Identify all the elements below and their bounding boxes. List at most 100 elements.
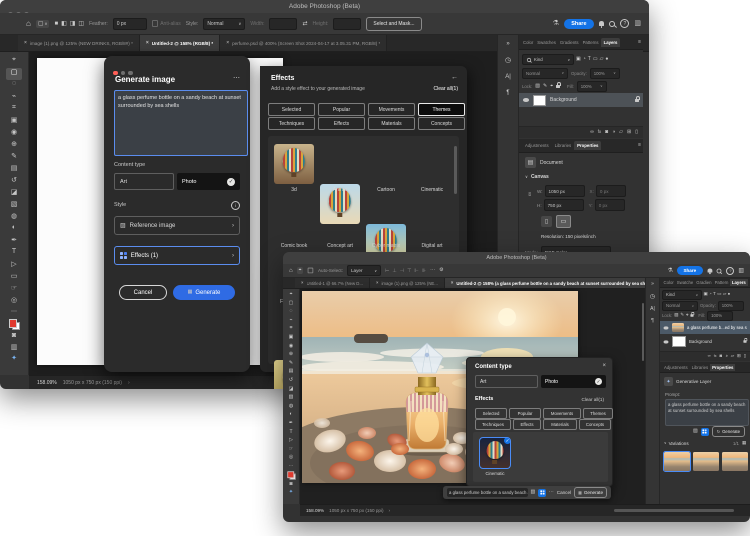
gear-icon[interactable]: ⚙ — [439, 268, 443, 273]
collapse-panels-icon[interactable]: » — [651, 282, 654, 287]
tab-gradients[interactable]: Gradients — [558, 40, 581, 45]
subtract-selection-icon[interactable]: ◨ — [70, 21, 76, 27]
filter-shape-icon[interactable]: ▭ — [593, 57, 598, 62]
notifications-bell-icon[interactable] — [707, 269, 711, 273]
edit-toolbar-icon[interactable]: ⋯ — [0, 308, 28, 317]
zoom-level[interactable]: 158.09% — [306, 508, 324, 513]
adjustment-layer-icon[interactable]: ◑ — [612, 130, 615, 135]
dodge-tool[interactable]: ◐ — [0, 224, 28, 236]
layer-row-background[interactable]: Background — [519, 93, 643, 107]
marquee-tool[interactable]: ▢ — [6, 68, 22, 80]
new-layer-icon[interactable]: ⊞ — [627, 130, 631, 135]
select-and-mask-button[interactable]: Select and Mask... — [366, 17, 421, 31]
path-selection-tool[interactable]: ▷ — [0, 260, 28, 272]
new-group-icon[interactable]: ▱ — [731, 354, 734, 358]
reference-image-icon[interactable]: ▨ — [531, 490, 536, 495]
object-selection-tool[interactable]: ⌁ — [283, 317, 299, 326]
close-tab-icon[interactable]: × — [451, 281, 454, 285]
brush-tool[interactable]: ✎ — [283, 360, 299, 369]
tab-swatches[interactable]: Swatches — [535, 40, 558, 45]
share-button[interactable]: Share — [677, 266, 703, 275]
layer-mask-icon[interactable]: ◙ — [605, 130, 608, 135]
reference-image-row[interactable]: ▨ Reference image › — [114, 216, 240, 235]
character-panel-icon[interactable]: A| — [505, 74, 511, 80]
filter-adjustment-icon[interactable]: ◔ — [709, 292, 712, 296]
canvas-height-input[interactable]: 750 px — [544, 199, 584, 211]
shape-tool[interactable]: ▭ — [0, 272, 28, 284]
tab-properties-active[interactable]: Properties — [574, 141, 601, 150]
close-tab-icon[interactable]: × — [376, 281, 379, 285]
layer-effects-icon[interactable]: fx — [598, 130, 601, 134]
collapse-panels-icon[interactable]: » — [506, 41, 509, 47]
chip-effects[interactable]: Effects — [513, 419, 541, 430]
grid-view-icon[interactable]: ▦ — [742, 441, 746, 445]
art-button[interactable]: Art — [114, 173, 174, 190]
hand-tool[interactable]: ☞ — [283, 446, 299, 455]
intersect-selection-icon[interactable]: ◫ — [78, 21, 84, 27]
eraser-tool[interactable]: ◪ — [283, 386, 299, 395]
blend-mode-select[interactable]: Normal∨ — [522, 68, 568, 79]
horizontal-scrollbar[interactable] — [614, 509, 734, 512]
workspace-icon[interactable]: ▥ — [634, 20, 641, 27]
zoom-tool[interactable]: ◎ — [283, 454, 299, 463]
tab-properties-active[interactable]: Properties — [710, 364, 735, 371]
more-options-icon[interactable]: ⋯ — [549, 490, 554, 495]
doc-tab-1[interactable]: ×image (1).png @ 125% (NEW DRINKS, RGB/8… — [18, 35, 140, 51]
notifications-bell-icon[interactable] — [599, 21, 605, 26]
new-layer-icon[interactable]: ⊞ — [737, 354, 741, 358]
dialog-menu-icon[interactable]: ⋯ — [233, 75, 240, 82]
clone-stamp-tool[interactable]: ▤ — [283, 368, 299, 377]
help-icon[interactable]: ? — [726, 267, 734, 275]
chip-concepts[interactable]: Concepts — [579, 419, 611, 430]
paragraph-panel-icon[interactable]: ¶ — [651, 319, 654, 324]
filter-smartobject-icon[interactable]: ▱ — [600, 57, 604, 62]
generate-button[interactable]: ↻Generate — [712, 426, 745, 437]
workspace-icon[interactable]: ▥ — [738, 268, 744, 274]
history-brush-tool[interactable]: ↺ — [283, 377, 299, 386]
crop-tool[interactable]: ⌗ — [0, 104, 28, 116]
variation-thumb[interactable] — [722, 452, 748, 471]
tab-adjustments[interactable]: Adjustments — [662, 365, 690, 370]
canvas-section-header[interactable]: ∨ Canvas — [525, 174, 549, 180]
filter-toggle-icon[interactable]: ● — [605, 57, 608, 62]
fill-value[interactable]: 100%∨ — [577, 81, 607, 92]
generative-ai-icon[interactable]: ✦ — [0, 354, 28, 365]
tab-color[interactable]: Color — [662, 280, 675, 285]
chip-movements[interactable]: Movements — [543, 408, 581, 419]
align-top-icon[interactable]: ⊤ — [407, 268, 411, 274]
feather-input[interactable]: 0 px — [113, 18, 147, 30]
close-tab-icon[interactable]: × — [146, 41, 149, 46]
layer-thumbnail[interactable] — [672, 323, 684, 332]
delete-layer-icon[interactable]: ▯ — [635, 130, 638, 135]
chip-materials[interactable]: Materials — [543, 419, 577, 430]
tab-libraries[interactable]: Libraries — [690, 365, 710, 370]
lock-move-icon[interactable]: ⌖ — [686, 313, 688, 317]
eraser-tool[interactable]: ◪ — [0, 188, 28, 200]
align-left-icon[interactable]: ⊢ — [385, 268, 389, 274]
tab-swatches[interactable]: Swatche — [675, 280, 694, 285]
panel-menu-icon[interactable]: ≡ — [638, 143, 641, 148]
chip-techniques[interactable]: Techniques — [475, 419, 511, 430]
add-selection-icon[interactable]: ◧ — [61, 21, 67, 27]
close-tab-icon[interactable]: × — [301, 281, 304, 285]
chip-themes[interactable]: Themes — [583, 408, 613, 419]
close-tab-icon[interactable]: × — [226, 41, 229, 46]
layer-thumbnail[interactable] — [672, 336, 686, 347]
eyedropper-tool[interactable]: ◉ — [0, 128, 28, 140]
auto-select-target[interactable]: Layer∨ — [347, 265, 381, 276]
taskbar-prompt-input[interactable]: a glass perfume bottle on a sandy beach … — [447, 488, 528, 497]
filter-smartobject-icon[interactable]: ▱ — [723, 292, 726, 296]
filter-pixel-icon[interactable]: ▣ — [704, 292, 708, 296]
move-tool-preset[interactable]: ⌖ — [297, 267, 304, 274]
effects-icon-active[interactable] — [538, 489, 545, 497]
healing-brush-tool[interactable]: ⊕ — [283, 351, 299, 360]
close-icon[interactable]: × — [602, 363, 606, 369]
home-icon[interactable]: ⌂ — [26, 20, 31, 28]
fill-value[interactable]: 100% — [707, 311, 733, 321]
vertical-scrollbar[interactable] — [642, 303, 645, 361]
chip-selected[interactable]: Selected — [268, 103, 315, 116]
panel-menu-icon[interactable]: ≡ — [638, 40, 641, 45]
layer-name[interactable]: Background — [689, 339, 740, 344]
lasso-tool[interactable]: ◌ — [0, 80, 28, 92]
link-dimensions-icon[interactable]: ⇄ — [302, 21, 307, 27]
